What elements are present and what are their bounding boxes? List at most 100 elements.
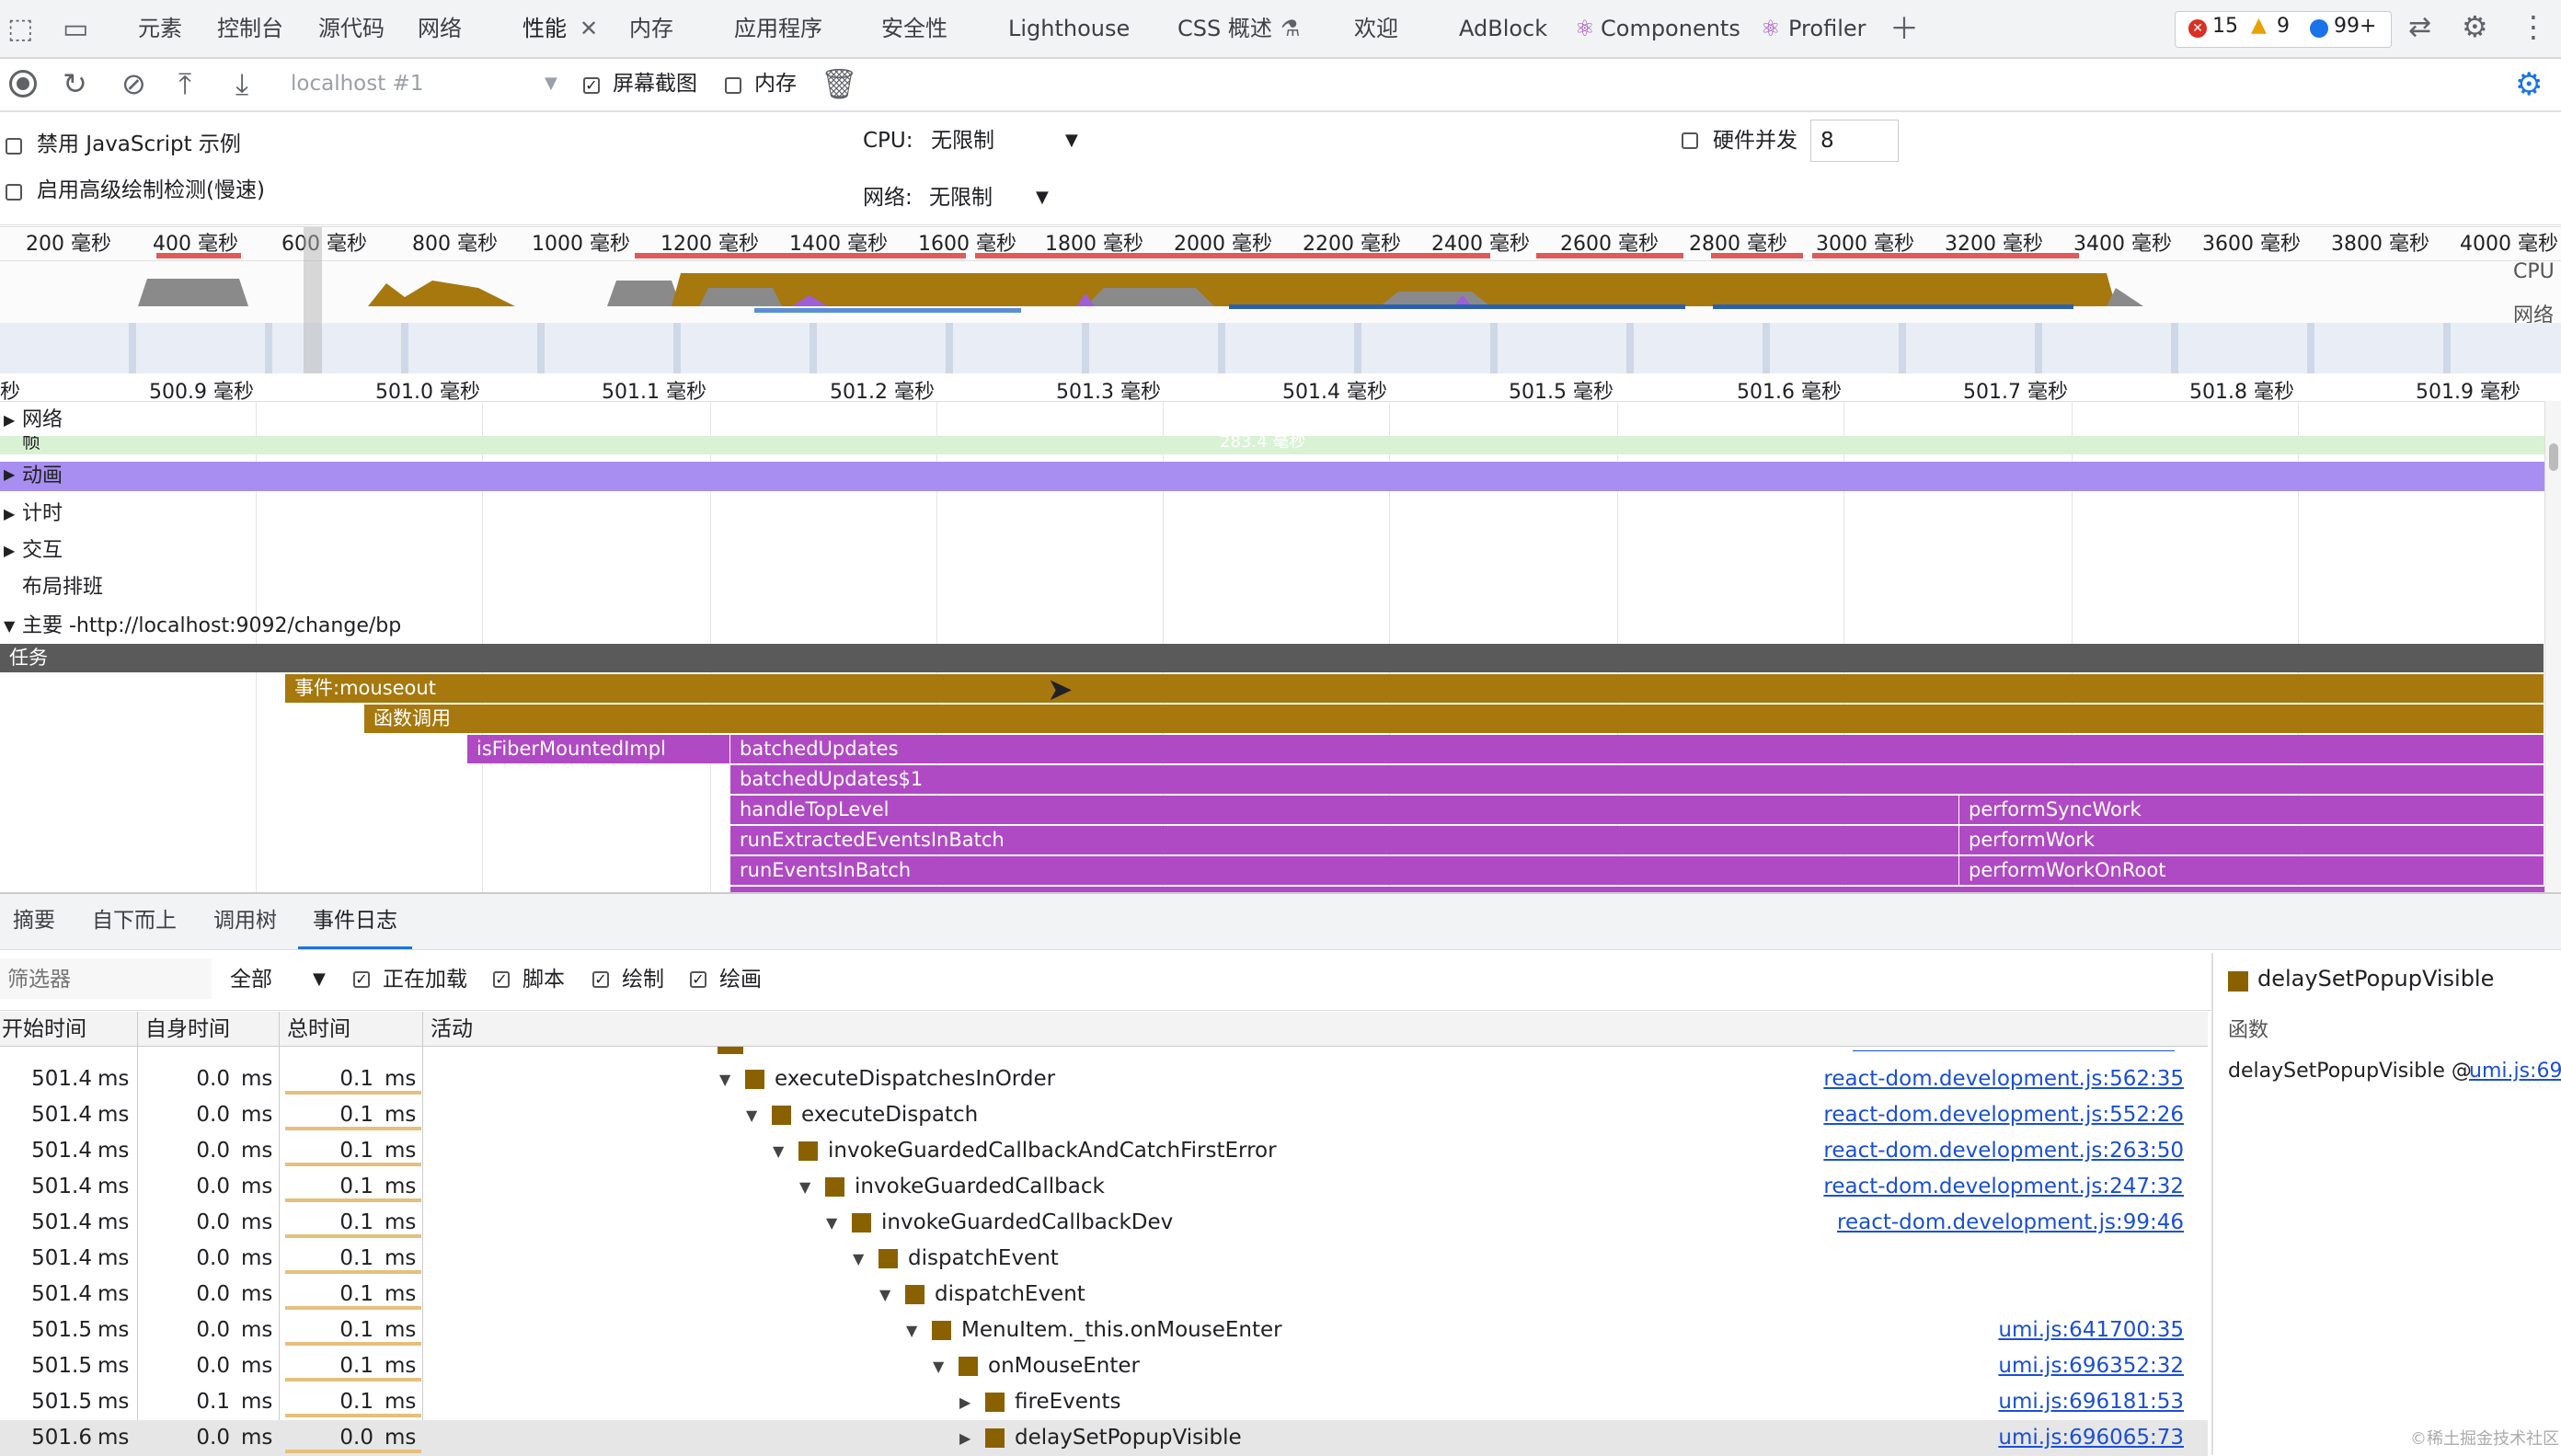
advanced-paint-checkbox[interactable] [6,184,22,201]
tab-welcome[interactable]: 欢迎 [1354,0,1398,57]
table-row[interactable]: 501.4 ms 0.0 ms 0.1 ms ▼ executeDispatchesInOrd… [0,1061,2208,1097]
table-row[interactable]: 501.5 ms 0.0 ms 0.1 ms ▼ MenuItem._this.onMouse… [0,1313,2208,1348]
expand-triangle-icon[interactable]: ▶ [4,465,15,483]
track-network[interactable]: ▶ 网络 [0,403,2561,438]
tab-security[interactable]: 安全性 [881,0,947,57]
rendering-checkbox[interactable] [592,971,609,988]
inspect-element-icon[interactable]: ⬚ [7,13,33,45]
trash-icon[interactable]: 🗑 [821,66,858,101]
tab-lighthouse[interactable]: Lighthouse [1008,0,1130,57]
tab-profiler[interactable]: Profiler [1788,0,1866,57]
hw-concurrency-checkbox[interactable] [1682,132,1698,149]
flame-isFiberMountedImpl[interactable]: isFiberMountedImpl [467,735,730,763]
track-interactions[interactable]: ▶ 交互 [0,533,2561,568]
table-row[interactable]: 501.4 ms 0.0 ms 0.1 ms ▼ dispatchEvent [0,1277,2208,1313]
flame-handleTopLevel[interactable]: handleTopLevel [730,796,1959,824]
filter-input[interactable] [0,958,212,999]
column-total-time[interactable]: 总时间 [280,1012,423,1047]
source-link[interactable]: umi.js:696352:32 [1998,1348,2184,1384]
scripting-checkbox[interactable] [493,971,510,988]
table-row[interactable]: 501.4 ms 0.0 ms 0.1 ms ▼ dispatchEvent [0,1241,2208,1277]
table-row[interactable]: 501.6 ms 0.0 ms 0.0 ms ▶ delaySetPopupVisible um… [0,1420,2208,1456]
source-link[interactable]: react-dom.development.js:247:32 [1823,1169,2184,1205]
source-link[interactable]: umi.js:696065:73 [1998,1420,2184,1456]
capture-settings-icon[interactable]: ⚙ [2515,66,2543,103]
memory-checkbox[interactable] [725,77,741,94]
source-link[interactable]: react-dom.development.js:552:26 [1823,1097,2184,1133]
sync-icon[interactable]: ⇄ [2408,11,2431,43]
flame-function-call[interactable]: 函数调用 [364,705,2544,733]
tab-adblock[interactable]: AdBlock [1459,0,1547,57]
duration-filter-select[interactable]: 全部 [230,966,272,993]
flame-scrollbar[interactable] [2544,401,2561,892]
expand-triangle-icon[interactable]: ▶ [959,1384,970,1420]
loading-checkbox[interactable] [353,971,370,988]
column-activity[interactable]: 活动 [423,1012,2208,1047]
flame-batchedUpdates[interactable]: batchedUpdates [730,735,2544,763]
flame-performWork[interactable]: performWork [1959,826,2544,854]
more-menu-icon[interactable]: ⋮ [2519,9,2548,44]
target-select[interactable]: localhost #1 [291,70,423,97]
tab-call-tree[interactable]: 调用树 [213,894,277,949]
track-layout-shifts[interactable]: 布局排班 [0,570,2561,605]
expand-triangle-icon[interactable]: ▶ [959,1420,970,1456]
source-link[interactable]: react-dom.development.js:263:50 [1823,1133,2184,1169]
track-frames[interactable]: 帧 283.4 毫秒 [0,436,2544,454]
source-link[interactable]: umi.js:696181:53 [1998,1384,2184,1420]
reload-record-icon[interactable]: ↻ [63,66,87,101]
collapse-triangle-icon[interactable]: ▼ [799,1169,810,1205]
tab-event-log[interactable]: 事件日志 [298,894,412,949]
flame-event-mouseout[interactable]: 事件:mouseout [285,674,2544,703]
table-row[interactable]: 501.4 ms 0.0 ms 0.1 ms ▼ invokeGuardedCallback r… [0,1169,2208,1205]
collapse-triangle-icon[interactable]: ▼ [746,1097,757,1133]
table-row[interactable]: 501.4 ms 0.0 ms 0.1 ms ▼ executeDispatch react-d… [0,1097,2208,1133]
tab-components[interactable]: Components [1601,0,1740,57]
tab-bottom-up[interactable]: 自下而上 [92,894,177,949]
issues-counter[interactable]: ✕ 15 ▲ 9 99+ [2175,11,2392,48]
source-link[interactable]: react-dom.development.js:562:35 [1823,1061,2184,1097]
column-start-time[interactable]: 开始时间 [0,1012,138,1047]
expand-triangle-icon[interactable]: ▶ [4,403,15,438]
table-row[interactable]: 501.4 ms 0.0 ms 0.1 ms ▼ invokeGuardedCallbackA… [0,1133,2208,1169]
clear-icon[interactable]: ⊘ [121,66,146,101]
expand-triangle-icon[interactable]: ▶ [4,497,15,532]
tab-console[interactable]: 控制台 [217,0,283,57]
tab-summary[interactable]: 摘要 [13,894,55,949]
track-main[interactable]: ▼ 主要 -http://localhost:9092/change/bp [0,609,2561,644]
timeline-overview[interactable]: 200 毫秒 400 毫秒 600 毫秒 800 毫秒 1000 毫秒 1200… [0,226,2561,375]
flame-batchedUpdates1[interactable]: batchedUpdates$1 [730,765,2544,794]
expand-triangle-icon[interactable]: ▶ [4,533,15,568]
upload-icon[interactable]: ⤒ [178,66,191,102]
device-toolbar-icon[interactable]: ▭ [63,13,88,45]
tab-application[interactable]: 应用程序 [734,0,822,57]
flame-runEventsInBatch[interactable]: runEventsInBatch [730,856,1959,885]
screenshots-checkbox[interactable] [583,77,600,94]
painting-checkbox[interactable] [690,971,706,988]
table-row[interactable]: 501.5 ms 0.0 ms 0.1 ms ▼ onMouseEnter umi.js:696… [0,1348,2208,1384]
download-icon[interactable]: ⤓ [235,66,248,102]
more-tabs-icon[interactable]: ＋ [1889,0,1919,57]
hw-concurrency-input[interactable]: 8 [1810,120,1899,162]
tab-performance[interactable]: 性能 [523,0,567,57]
flame-task[interactable]: 任务 [0,644,2544,672]
collapse-triangle-icon[interactable]: ▼ [906,1313,917,1348]
tab-elements[interactable]: 元素 [138,0,182,57]
collapse-triangle-icon[interactable]: ▼ [853,1241,864,1277]
column-self-time[interactable]: 自身时间 [138,1012,280,1047]
table-row[interactable]: 501.4 ms 0.0 ms 0.1 ms ▼ invokeGuardedCallbackD… [0,1205,2208,1241]
flame-runExtractedEventsInBatch[interactable]: runExtractedEventsInBatch [730,826,1959,854]
flame-performWorkOnRoot[interactable]: performWorkOnRoot [1959,856,2544,885]
tab-css-overview[interactable]: CSS 概述 [1177,0,1272,57]
network-throttle-select[interactable]: 无限制 [929,184,993,212]
tab-sources[interactable]: 源代码 [318,0,385,57]
cpu-throttle-select[interactable]: 无限制 [931,127,994,155]
collapse-triangle-icon[interactable]: ▼ [879,1277,890,1313]
source-link[interactable]: react-dom.development.js:99:46 [1837,1205,2184,1241]
close-tab-icon[interactable]: ✕ [580,0,598,57]
flame-performSyncWork[interactable]: performSyncWork [1959,796,2544,824]
track-animation[interactable]: ▶ 动画 [0,462,2544,491]
detail-source-link[interactable]: umi.js:696 [2469,1060,2561,1083]
disable-js-samples-checkbox[interactable] [6,138,22,155]
table-row[interactable]: 501.5 ms 0.1 ms 0.1 ms ▶ fireEvents umi.js:69618… [0,1384,2208,1420]
collapse-triangle-icon[interactable]: ▼ [933,1348,944,1384]
